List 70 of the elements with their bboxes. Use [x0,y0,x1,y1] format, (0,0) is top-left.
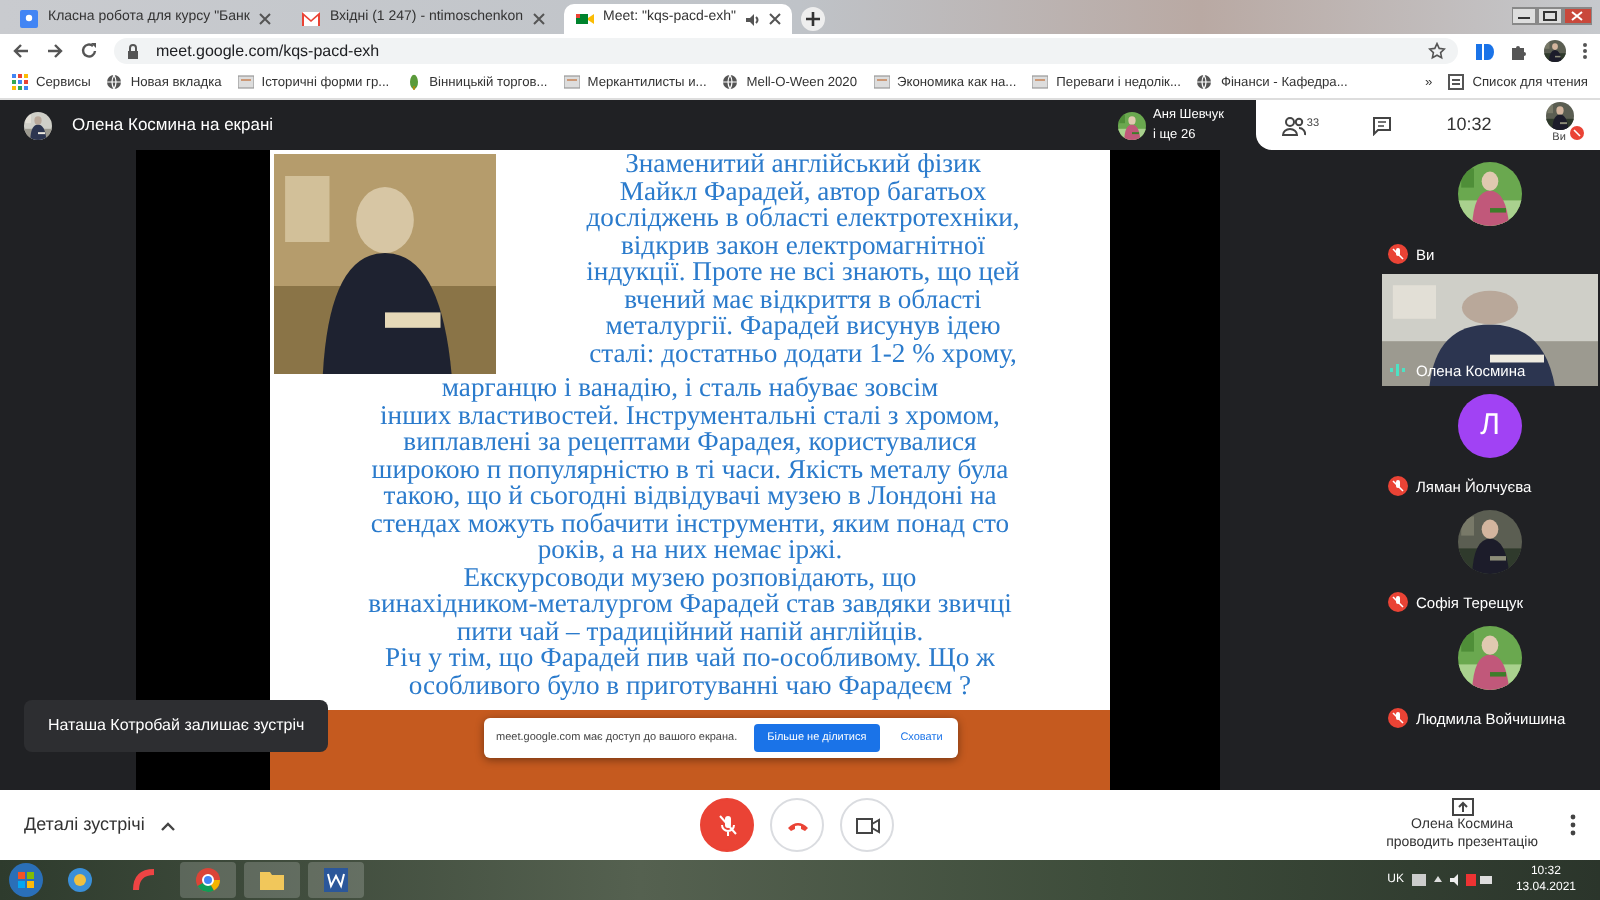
slide-text-line: Екскурсоводи музею розповідають, що [461,563,919,590]
page-icon [563,74,580,91]
slide-text-line: такою, що й сьогодні відвідувачі музею в Лондоні на [383,482,997,509]
camera-button[interactable] [840,798,894,852]
page-icon [237,74,254,91]
slide-text-line: марганцю і ванадію, і сталь набуває зовсім [439,374,941,401]
lock-icon [126,43,140,59]
slide-text-line: металургії. Фарадей висунув ідею [603,312,1003,339]
speaker-icon[interactable] [744,11,760,27]
globe-icon [722,74,739,91]
slide-text-line: досліджень в області електротехніки, [584,204,1022,231]
hang-up-button[interactable] [770,798,824,852]
meet-icon [573,8,596,30]
close-icon[interactable] [768,12,782,26]
tray-icons-icon[interactable] [1411,872,1492,888]
notification-toast: Наташа Котробай залишає зустріч [24,700,329,752]
page-icon [873,74,890,91]
forward-icon[interactable] [46,42,64,60]
globe-icon [106,74,123,91]
slide-text-line: широкою п популярністю в ті часи. Якість металу була [369,455,1011,482]
caret-up-icon [160,819,177,831]
gmail-icon [299,8,322,30]
slide-text-line: Річ у тім, що Фарадей пив чай по-особливому. Що ж [383,644,997,671]
more-options-icon[interactable] [1570,814,1576,836]
extension-logo-icon[interactable] [1474,41,1494,61]
camera-icon [855,817,879,833]
clock: 10:32 [1446,111,1492,138]
muted-badge-icon [1569,125,1584,140]
slide-text-line: інших властивостей. Інструментальні сталі з хромом, [378,401,1002,428]
presenter-label: Олена Космина на екрані [72,112,274,138]
page-icon [1032,74,1049,91]
globe-icon [1196,74,1213,91]
menu-icon[interactable] [1582,42,1588,60]
slide-text-line: виплавлені за рецептами Фарадея, користувалися [401,428,977,455]
chat-icon[interactable] [1372,115,1393,135]
slide-text-line: стендах можуть побачити інструменти, яким понад сто [368,509,1012,536]
close-icon[interactable] [531,12,546,26]
word-icon[interactable] [322,866,350,894]
slide-text-line: пити чай – традиційний напій англійців. [456,617,924,644]
slide-text-line: особливого було в приготуванні чаю Фарадеєм ? [406,671,974,698]
star-icon[interactable] [1428,42,1446,60]
close-icon[interactable] [257,12,272,26]
slide-text-line: відкрив закон електромагнітної [620,231,986,258]
slide-text-line: винахідником-металургом Фарадей став завдяки звичці [366,590,1014,617]
present-screen-icon [1451,798,1474,816]
classroom-icon [18,8,40,30]
slide-text-line: Майкл Фарадей, автор багатьох [617,177,989,204]
reload-icon[interactable] [80,42,98,60]
chrome-icon[interactable] [194,866,222,894]
leaf-icon [405,74,422,91]
puzzle-icon[interactable] [1510,42,1528,60]
microphone-button[interactable] [700,798,754,852]
list-icon [1448,74,1465,91]
slide-text-line: вчений має відкриття в області [624,285,982,312]
profile-avatar[interactable] [1544,40,1566,62]
letter-avatar: Л [1458,394,1522,458]
slide-text-line: років, а на них немає іржі. [537,536,845,563]
start-button-icon[interactable] [8,862,44,898]
folder-icon[interactable] [258,866,286,894]
back-icon[interactable] [12,42,30,60]
mic-off-icon [717,813,737,837]
new-tab-icon[interactable] [800,6,826,32]
slide-text-line: сталі: достатньо додати 1-2 % хрому, [587,339,1019,366]
slide-text-line: Знаменитий англійський фізик [623,150,983,177]
people-icon [1282,115,1307,135]
window-controls-icon[interactable] [1512,6,1592,26]
phone-icon [785,819,809,831]
slide-text-line: індукції. Проте не всі знають, що цей [584,258,1022,285]
meeting-details-button[interactable]: Деталі зустрічі [24,811,177,839]
apps-icon [12,74,28,91]
